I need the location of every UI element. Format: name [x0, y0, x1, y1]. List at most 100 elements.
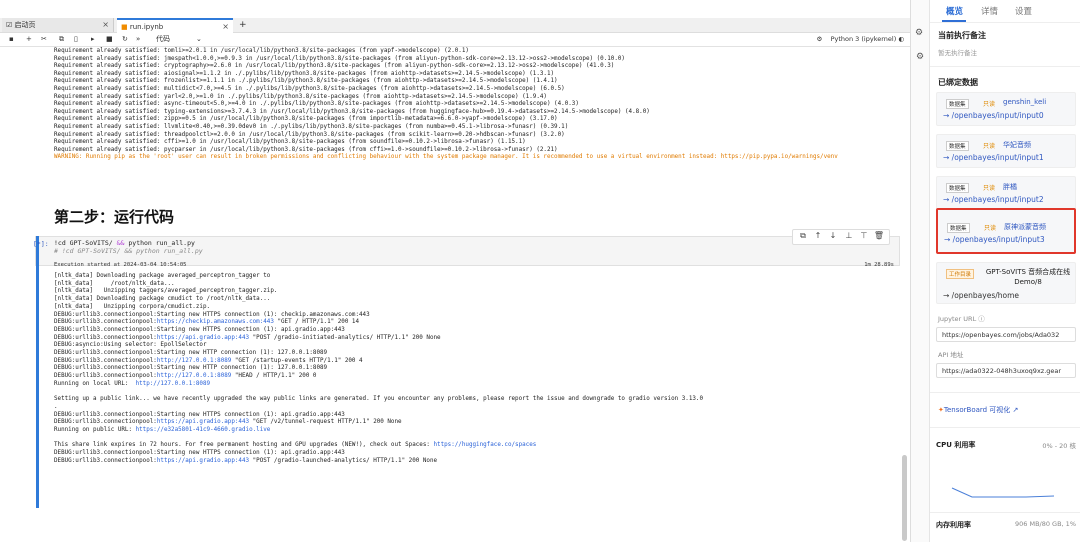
- fast-forward-icon[interactable]: »: [136, 34, 140, 45]
- output-link[interactable]: https://checkip.amazonaws.com:443: [157, 319, 274, 325]
- delete-icon[interactable]: 🗑: [873, 231, 885, 240]
- tab-overview[interactable]: 概览: [946, 5, 963, 17]
- cell-active-bar: [36, 236, 39, 508]
- output-line: Requirement already satisfied: multidict…: [54, 85, 565, 92]
- dataset-path: → /openbayes/input/input3: [944, 235, 1045, 244]
- readonly-badge: 只读: [983, 185, 996, 192]
- cpu-usage: CPU 利用率 0% - 20 核: [936, 440, 1076, 450]
- divider: [930, 512, 1080, 513]
- readonly-badge: 只读: [983, 143, 996, 150]
- output-line: DEBUG:urllib3.connectionpool:https://api…: [54, 334, 441, 341]
- workdir-name[interactable]: GPT-SoVITS 音频合成在线 Demo/8: [983, 267, 1073, 287]
- api-url-field[interactable]: https://ada0322-048h3uxoq9xz.gear: [936, 363, 1076, 378]
- scrollbar[interactable]: [902, 455, 907, 541]
- output-line: Requirement already satisfied: threadpoo…: [54, 131, 565, 138]
- output-link[interactable]: https://e32a5801-41c9-4660.gradio.live: [136, 427, 271, 433]
- notebook-toolbar: ▪ + ✂ ⧉ ▯ ▸ ■ ↻ » 代码 ⌄ ⚙ Python 3 (ipyker…: [0, 33, 910, 47]
- output-line: Requirement already satisfied: frozenlis…: [54, 78, 558, 85]
- output-line: Requirement already satisfied: yarl<2.0,…: [54, 93, 547, 100]
- workdir-card[interactable]: 工作目录 GPT-SoVITS 音频合成在线 Demo/8 → /openbay…: [936, 262, 1076, 304]
- new-tab-button[interactable]: +: [235, 18, 247, 32]
- tensorboard-link[interactable]: ✦TensorBoard 可视化 ↗: [938, 405, 1018, 415]
- output-line: DEBUG:urllib3.connectionpool:https://api…: [54, 419, 402, 426]
- dataset-name[interactable]: 华妃音频: [1003, 140, 1031, 150]
- cell-type-select[interactable]: 代码 ⌄: [156, 34, 202, 45]
- output-line: DEBUG:urllib3.connectionpool:http://127.…: [54, 373, 317, 380]
- dataset-tag: 数据集: [946, 99, 969, 109]
- output-link[interactable]: http://127.0.0.1:8089: [136, 381, 210, 387]
- dataset-path: → /openbayes/input/input2: [943, 195, 1044, 204]
- dataset-name[interactable]: genshin_keli: [1003, 98, 1046, 106]
- cpu-line-series: [951, 487, 1055, 498]
- cpu-value: 0% - 20 核: [1042, 442, 1076, 450]
- output-line: Requirement already satisfied: jmespath<…: [54, 55, 625, 62]
- readonly-badge: 只读: [984, 225, 997, 232]
- output-link[interactable]: https://api.gradio.app:443: [157, 335, 249, 341]
- memory-label: 内存利用率: [936, 521, 971, 529]
- output-link[interactable]: https://huggingface.co/spaces: [433, 442, 536, 448]
- output-link[interactable]: https://api.gradio.app:443: [157, 419, 249, 425]
- cut-icon[interactable]: ✂: [41, 34, 47, 45]
- output-link[interactable]: https://api.gradio.app:443: [157, 458, 249, 464]
- output-line: .: [54, 403, 58, 410]
- close-icon[interactable]: ×: [222, 20, 229, 34]
- dataset-card[interactable]: 数据集 只读 genshin_keli → /openbayes/input/i…: [936, 92, 1076, 126]
- insert-below-icon[interactable]: ⊤: [858, 231, 870, 240]
- pip-output: Requirement already satisfied: tomli>=2.…: [54, 48, 900, 162]
- dataset-card-highlighted[interactable]: 数据集 只读 原神派蒙音频 → /openbayes/input/input3: [936, 208, 1076, 254]
- notes-title: 当前执行备注: [938, 31, 986, 40]
- restart-icon[interactable]: ↻: [122, 34, 128, 45]
- gears-icon[interactable]: ⚙: [915, 28, 923, 38]
- dataset-tag: 数据集: [947, 223, 970, 233]
- output-line: DEBUG:urllib3.connectionpool:Starting ne…: [54, 326, 345, 333]
- move-down-icon[interactable]: ↓: [827, 231, 839, 240]
- output-line: DEBUG:asyncio:Using selector: EpollSelec…: [54, 342, 207, 349]
- divider: [930, 392, 1080, 393]
- paste-icon[interactable]: ▯: [74, 34, 78, 45]
- workdir-tag: 工作目录: [946, 269, 975, 279]
- dataset-name[interactable]: 原神派蒙音频: [1004, 222, 1046, 232]
- cell-toolbar: ⧉ ↑ ↓ ⊥ ⊤ 🗑: [792, 229, 890, 245]
- move-up-icon[interactable]: ↑: [812, 231, 824, 240]
- stop-icon[interactable]: ■: [106, 34, 113, 45]
- output-line: Requirement already satisfied: zipp>=0.5…: [54, 116, 558, 123]
- cell-code[interactable]: !cd GPT-SoVITS/ && python run_all.py # !…: [54, 239, 203, 255]
- settings-icon[interactable]: ⚙: [916, 52, 924, 62]
- dataset-path: → /openbayes/input/input0: [943, 111, 1044, 120]
- tab-bar: ☑ 启动页 × ■ run.ipynb × +: [0, 18, 910, 33]
- duplicate-icon[interactable]: ⧉: [797, 231, 809, 241]
- output-line: DEBUG:urllib3.connectionpool:Starting ne…: [54, 450, 345, 457]
- panel-tabs: 概览 详情 设置: [930, 0, 1080, 23]
- divider: [930, 66, 1080, 67]
- tab-label: 启动页: [14, 21, 36, 29]
- activity-strip: ⚙ ⚙: [911, 0, 930, 542]
- output-link[interactable]: http://127.0.0.1:8089: [157, 373, 231, 379]
- save-icon[interactable]: ▪: [9, 34, 14, 45]
- copy-icon[interactable]: ⧉: [59, 34, 64, 45]
- tab-notebook[interactable]: ■ run.ipynb ×: [117, 18, 233, 33]
- run-output: [nltk_data] Downloading package averaged…: [54, 273, 900, 466]
- tab-launcher[interactable]: ☑ 启动页 ×: [2, 18, 114, 32]
- jupyter-url-label: Jupyter URL ⓘ: [938, 315, 985, 323]
- tab-settings[interactable]: 设置: [1015, 5, 1032, 17]
- output-line: DEBUG:urllib3.connectionpool:Starting ne…: [54, 350, 328, 357]
- output-link[interactable]: http://127.0.0.1:8089: [157, 358, 231, 364]
- dataset-card[interactable]: 数据集 只读 胖橘 → /openbayes/input/input2: [936, 176, 1076, 210]
- insert-above-icon[interactable]: ⊥: [843, 231, 855, 240]
- dataset-name[interactable]: 胖橘: [1003, 182, 1017, 192]
- jupyter-url-field[interactable]: https://openbayes.com/jobs/Ada032: [936, 327, 1076, 342]
- notes-empty: 暂无执行备注: [938, 49, 977, 57]
- output-line: DEBUG:urllib3.connectionpool:https://che…: [54, 319, 360, 326]
- close-icon[interactable]: ×: [102, 18, 109, 32]
- output-line: Requirement already satisfied: cryptogra…: [54, 63, 615, 70]
- output-line: This share link expires in 72 hours. For…: [54, 442, 537, 449]
- dataset-card[interactable]: 数据集 只读 华妃音频 → /openbayes/input/input1: [936, 134, 1076, 168]
- output-line: [nltk_data] Unzipping taggers/averaged_p…: [54, 288, 278, 295]
- kernel-status[interactable]: ⚙ Python 3 (ipykernel) ◐: [816, 34, 904, 45]
- add-cell-icon[interactable]: +: [26, 34, 32, 45]
- tab-details[interactable]: 详情: [981, 5, 998, 17]
- output-line: Requirement already satisfied: pycparser…: [54, 146, 558, 153]
- output-line: [nltk_data] Unzipping corpora/cmudict.zi…: [54, 303, 211, 310]
- run-icon[interactable]: ▸: [91, 34, 95, 45]
